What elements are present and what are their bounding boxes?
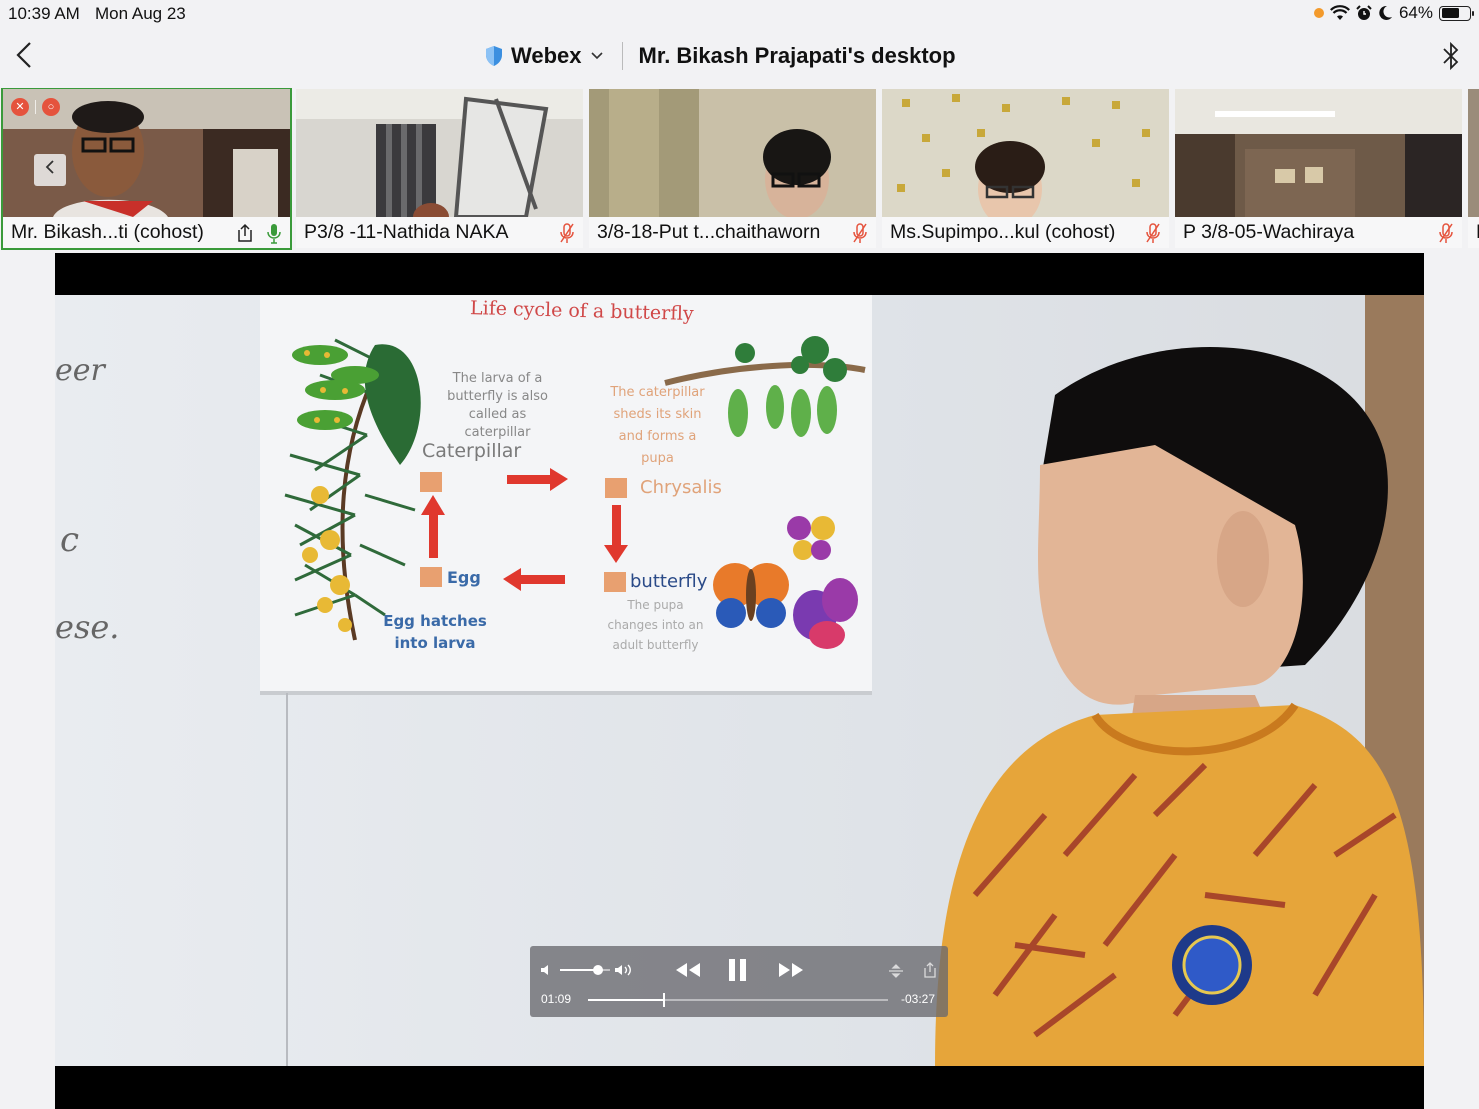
participant-label: P bbox=[1468, 217, 1479, 248]
participant-name: 3/8-18-Put t...chaithaworn bbox=[597, 221, 821, 243]
share-icon bbox=[238, 223, 252, 242]
larva-note-line: The larva of a bbox=[452, 371, 543, 386]
stage-chrysalis: Chrysalis bbox=[640, 477, 722, 498]
media-controls-top-row bbox=[540, 958, 938, 984]
bluetooth-button[interactable] bbox=[1441, 40, 1461, 72]
mic-muted-icon bbox=[1439, 222, 1453, 243]
status-bar: 10:39 AM Mon Aug 23 64% bbox=[0, 0, 1479, 28]
butterfly-note-line: The pupa bbox=[627, 598, 684, 612]
participant-tile[interactable]: ✕ ○ Mr. Bikash...ti (cohost) bbox=[1, 88, 292, 250]
participant-name: Ms.Supimpo...kul (cohost) bbox=[890, 221, 1116, 243]
butterfly-note-line: adult butterfly bbox=[612, 638, 699, 652]
pupa-note: The caterpillar sheds its skin and forms… bbox=[595, 382, 720, 470]
chevron-left-icon bbox=[16, 42, 31, 68]
participant-video bbox=[1175, 89, 1462, 217]
stage-caterpillar: Caterpillar bbox=[422, 440, 522, 462]
participant-video bbox=[589, 89, 876, 217]
participant-strip: ✕ ○ Mr. Bikash...ti (cohost) P3/8 -11-Na… bbox=[0, 88, 1479, 250]
participant-label: 3/8-18-Put t...chaithaworn bbox=[589, 217, 876, 248]
participant-video bbox=[882, 89, 1169, 217]
nav-bar: Webex Mr. Bikash Prajapati's desktop bbox=[0, 30, 1479, 84]
share-icon[interactable] bbox=[922, 961, 938, 979]
volume-thumb[interactable] bbox=[592, 965, 603, 975]
moon-icon bbox=[1379, 5, 1392, 20]
egg-note-line: into larva bbox=[394, 634, 476, 652]
participant-tile[interactable]: P 3/8-05-Wachiraya bbox=[1175, 89, 1462, 248]
mic-muted-badge-icon: ✕ bbox=[11, 98, 29, 116]
chevron-left-icon bbox=[45, 160, 54, 174]
remaining-time: -03:27 bbox=[900, 992, 935, 1006]
participant-name: Mr. Bikash...ti (cohost) bbox=[11, 221, 204, 243]
rewind-icon[interactable] bbox=[675, 961, 701, 979]
participant-tile[interactable]: Ms.Supimpo...kul (cohost) bbox=[882, 89, 1169, 248]
pupa-note-line: sheds its skin bbox=[613, 407, 702, 422]
participant-tile[interactable]: P bbox=[1468, 89, 1479, 248]
participant-label: P3/8 -11-Nathida NAKA bbox=[296, 217, 583, 248]
butterfly-note: The pupa changes into an adult butterfly bbox=[593, 595, 718, 655]
participant-name: P3/8 -11-Nathida NAKA bbox=[304, 221, 509, 243]
mic-muted-icon bbox=[853, 222, 867, 243]
pupa-note-line: The caterpillar bbox=[610, 385, 705, 400]
pause-icon[interactable] bbox=[727, 958, 749, 982]
participant-label: Mr. Bikash...ti (cohost) bbox=[3, 217, 290, 248]
battery-icon bbox=[1439, 5, 1474, 21]
participant-name: P 3/8-05-Wachiraya bbox=[1183, 221, 1355, 243]
larva-note-line: called as caterpillar bbox=[464, 407, 531, 440]
shared-video: Life cycle of a butterfly The larva of a… bbox=[55, 295, 1424, 1066]
stage-butterfly: butterfly bbox=[630, 571, 708, 592]
scrub-thumb[interactable] bbox=[663, 993, 665, 1007]
participant-video bbox=[1468, 89, 1479, 217]
participant-video bbox=[296, 89, 583, 217]
volume-slider[interactable] bbox=[560, 965, 610, 975]
volume-low-icon[interactable] bbox=[540, 963, 554, 977]
page-title: Mr. Bikash Prajapati's desktop bbox=[638, 43, 956, 68]
strip-previous-button[interactable] bbox=[34, 154, 66, 186]
larva-note-line: butterfly is also bbox=[447, 389, 548, 404]
mic-active-icon bbox=[267, 223, 281, 244]
bluetooth-icon bbox=[1443, 41, 1459, 71]
shield-icon bbox=[486, 46, 502, 66]
participant-tile[interactable]: 3/8-18-Put t...chaithaworn bbox=[589, 89, 876, 248]
stage-egg: Egg bbox=[447, 568, 481, 587]
nav-center: Webex Mr. Bikash Prajapati's desktop bbox=[485, 40, 956, 72]
webex-label: Webex bbox=[511, 43, 582, 68]
fast-forward-icon[interactable] bbox=[778, 961, 804, 979]
whiteboard-fragment: ese. bbox=[55, 608, 120, 646]
alarm-icon bbox=[1356, 5, 1372, 20]
media-controls: 01:09 -03:27 bbox=[530, 946, 948, 1017]
butterfly-note-line: changes into an bbox=[607, 618, 704, 632]
webex-menu-button[interactable]: Webex bbox=[485, 43, 604, 69]
recording-indicators: ✕ ○ bbox=[11, 98, 60, 116]
nav-divider bbox=[621, 42, 623, 70]
volume-high-icon[interactable] bbox=[614, 962, 634, 978]
mic-muted-icon bbox=[560, 222, 574, 243]
pupa-note-line: pupa bbox=[641, 451, 674, 466]
whiteboard-fragment: c bbox=[60, 520, 80, 560]
larva-note: The larva of a butterfly is also called … bbox=[435, 370, 560, 442]
egg-note-line: Egg hatches bbox=[383, 612, 487, 630]
whiteboard-fragment: eer bbox=[55, 353, 105, 388]
orange-dot-icon bbox=[1313, 8, 1324, 18]
chevron-down-icon bbox=[590, 52, 603, 60]
back-button[interactable] bbox=[14, 40, 40, 70]
wifi-icon bbox=[1329, 5, 1350, 20]
participant-tile[interactable]: P3/8 -11-Nathida NAKA bbox=[296, 89, 583, 248]
battery-percent: 64% bbox=[1398, 3, 1433, 22]
status-icons: 64% bbox=[1313, 3, 1474, 23]
media-controls-bottom-row: 01:09 -03:27 bbox=[540, 992, 938, 1008]
shared-screen[interactable]: Life cycle of a butterfly The larva of a… bbox=[55, 253, 1424, 1109]
mic-muted-icon bbox=[1146, 222, 1160, 243]
status-date: Mon Aug 23 bbox=[95, 4, 186, 23]
pupa-note-line: and forms a bbox=[618, 429, 697, 444]
egg-note: Egg hatches into larva bbox=[380, 610, 490, 654]
participant-label: P 3/8-05-Wachiraya bbox=[1175, 217, 1462, 248]
status-time: 10:39 AM bbox=[8, 4, 80, 23]
aspect-ratio-icon[interactable] bbox=[888, 963, 904, 979]
elapsed-time: 01:09 bbox=[541, 992, 572, 1006]
record-badge-icon: ○ bbox=[42, 98, 60, 116]
participant-label: Ms.Supimpo...kul (cohost) bbox=[882, 217, 1169, 248]
scrub-bar[interactable] bbox=[588, 993, 888, 1007]
